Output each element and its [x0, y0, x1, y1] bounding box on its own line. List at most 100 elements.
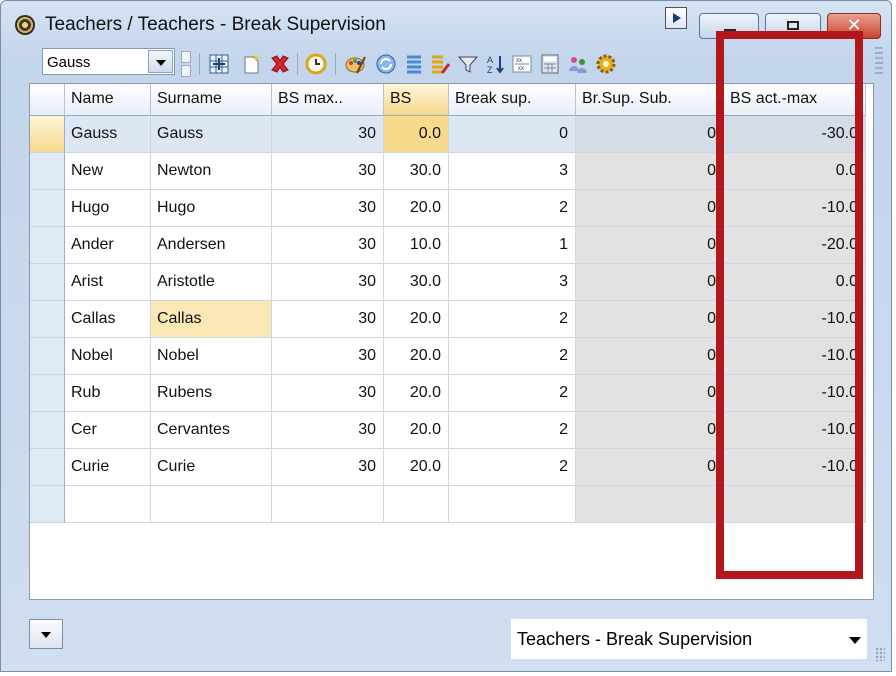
new-row-cell[interactable] — [65, 486, 151, 523]
title-bar[interactable]: Teachers / Teachers - Break Supervision … — [1, 1, 891, 45]
table-cell[interactable]: 30 — [272, 375, 384, 412]
table-cell[interactable]: 0 — [576, 264, 724, 301]
calculator-icon[interactable] — [539, 53, 561, 75]
table-cell[interactable]: 20.0 — [384, 412, 449, 449]
formula-icon[interactable]: xx xx — [511, 53, 533, 75]
table-cell[interactable]: 20.0 — [384, 375, 449, 412]
clock-icon[interactable] — [305, 53, 327, 75]
new-row-cell[interactable] — [151, 486, 272, 523]
table-cell[interactable]: 3 — [449, 264, 576, 301]
table-cell[interactable]: 30.0 — [384, 153, 449, 190]
column-header[interactable]: BS — [384, 84, 449, 116]
row-header[interactable] — [30, 301, 65, 338]
column-header[interactable]: Break sup. — [449, 84, 576, 116]
table-cell[interactable]: 3 — [449, 153, 576, 190]
table-cell[interactable]: Nobel — [65, 338, 151, 375]
table-cell[interactable]: Callas — [151, 301, 272, 338]
table-cell[interactable]: Ander — [65, 227, 151, 264]
table-cell[interactable]: Rubens — [151, 375, 272, 412]
table-cell[interactable]: 30 — [272, 449, 384, 486]
view-select-arrow-icon[interactable] — [849, 637, 861, 644]
table-cell[interactable]: 20.0 — [384, 190, 449, 227]
table-cell[interactable]: 2 — [449, 338, 576, 375]
table-cell[interactable]: 0 — [576, 449, 724, 486]
edit-list-icon[interactable] — [429, 53, 451, 75]
table-cell[interactable]: 0 — [576, 153, 724, 190]
row-header[interactable] — [30, 227, 65, 264]
row-header[interactable] — [30, 153, 65, 190]
new-row-cell[interactable] — [449, 486, 576, 523]
row-header[interactable] — [30, 375, 65, 412]
table-cell[interactable]: -10.0 — [724, 449, 866, 486]
table-cell[interactable]: 2 — [449, 412, 576, 449]
table-cell[interactable]: 20.0 — [384, 338, 449, 375]
palette-icon[interactable] — [345, 53, 367, 75]
row-header[interactable] — [30, 116, 65, 153]
table-cell[interactable]: 30 — [272, 301, 384, 338]
column-header[interactable]: Name — [65, 84, 151, 116]
table-cell[interactable]: 0 — [576, 190, 724, 227]
table-cell[interactable]: Newton — [151, 153, 272, 190]
grid-corner[interactable] — [30, 84, 65, 116]
row-header[interactable] — [30, 449, 65, 486]
group-icon[interactable] — [567, 53, 589, 75]
table-cell[interactable]: New — [65, 153, 151, 190]
delete-icon[interactable] — [269, 53, 291, 75]
table-cell[interactable]: -30.0 — [724, 116, 866, 153]
table-cell[interactable]: Curie — [65, 449, 151, 486]
row-header[interactable] — [30, 412, 65, 449]
column-header[interactable]: BS max.. — [272, 84, 384, 116]
table-cell[interactable]: 2 — [449, 301, 576, 338]
table-cell[interactable]: -10.0 — [724, 375, 866, 412]
table-cell[interactable]: Hugo — [65, 190, 151, 227]
table-cell[interactable]: Aristotle — [151, 264, 272, 301]
table-cell[interactable]: 2 — [449, 375, 576, 412]
table-cell[interactable]: 2 — [449, 449, 576, 486]
play-button[interactable] — [665, 7, 687, 29]
close-button[interactable]: ✕ — [827, 13, 881, 39]
table-cell[interactable]: 0 — [576, 338, 724, 375]
table-cell[interactable]: Cer — [65, 412, 151, 449]
sort-icon[interactable]: AZ — [484, 53, 506, 75]
new-record-icon[interactable] — [240, 53, 262, 75]
chevron-down-icon[interactable] — [148, 50, 173, 73]
table-cell[interactable]: 30 — [272, 338, 384, 375]
table-cell[interactable]: 0.0 — [384, 116, 449, 153]
spin-up-icon[interactable] — [181, 51, 191, 63]
table-cell[interactable]: 30 — [272, 412, 384, 449]
list-icon[interactable] — [403, 53, 425, 75]
table-cell[interactable]: -10.0 — [724, 338, 866, 375]
table-cell[interactable]: Rub — [65, 375, 151, 412]
table-cell[interactable]: 20.0 — [384, 301, 449, 338]
table-cell[interactable]: 20.0 — [384, 449, 449, 486]
table-cell[interactable]: Curie — [151, 449, 272, 486]
table-cell[interactable]: -20.0 — [724, 227, 866, 264]
row-header[interactable] — [30, 486, 65, 523]
table-cell[interactable]: Cervantes — [151, 412, 272, 449]
column-header[interactable]: Br.Sup. Sub. — [576, 84, 724, 116]
settings-gear-icon[interactable] — [595, 53, 617, 75]
table-cell[interactable]: 10.0 — [384, 227, 449, 264]
table-cell[interactable]: Nobel — [151, 338, 272, 375]
table-cell[interactable]: -10.0 — [724, 301, 866, 338]
new-row-cell[interactable] — [272, 486, 384, 523]
grid-properties-icon[interactable] — [208, 53, 230, 75]
table-cell[interactable]: -10.0 — [724, 412, 866, 449]
row-header[interactable] — [30, 190, 65, 227]
table-cell[interactable]: Gauss — [151, 116, 272, 153]
table-cell[interactable]: 30 — [272, 190, 384, 227]
record-spinner[interactable] — [181, 51, 191, 77]
teacher-select[interactable]: Gauss — [42, 48, 175, 75]
table-cell[interactable]: Arist — [65, 264, 151, 301]
table-cell[interactable]: 0 — [576, 227, 724, 264]
column-header[interactable]: BS act.-max — [724, 84, 866, 116]
table-cell[interactable]: 0.0 — [724, 264, 866, 301]
resize-grip[interactable] — [875, 647, 885, 661]
filter-icon[interactable] — [457, 53, 479, 75]
table-cell[interactable]: 30 — [272, 153, 384, 190]
table-cell[interactable]: Hugo — [151, 190, 272, 227]
table-cell[interactable]: 0 — [449, 116, 576, 153]
table-cell[interactable]: 30 — [272, 227, 384, 264]
table-cell[interactable]: 0 — [576, 412, 724, 449]
column-header[interactable]: Surname — [151, 84, 272, 116]
